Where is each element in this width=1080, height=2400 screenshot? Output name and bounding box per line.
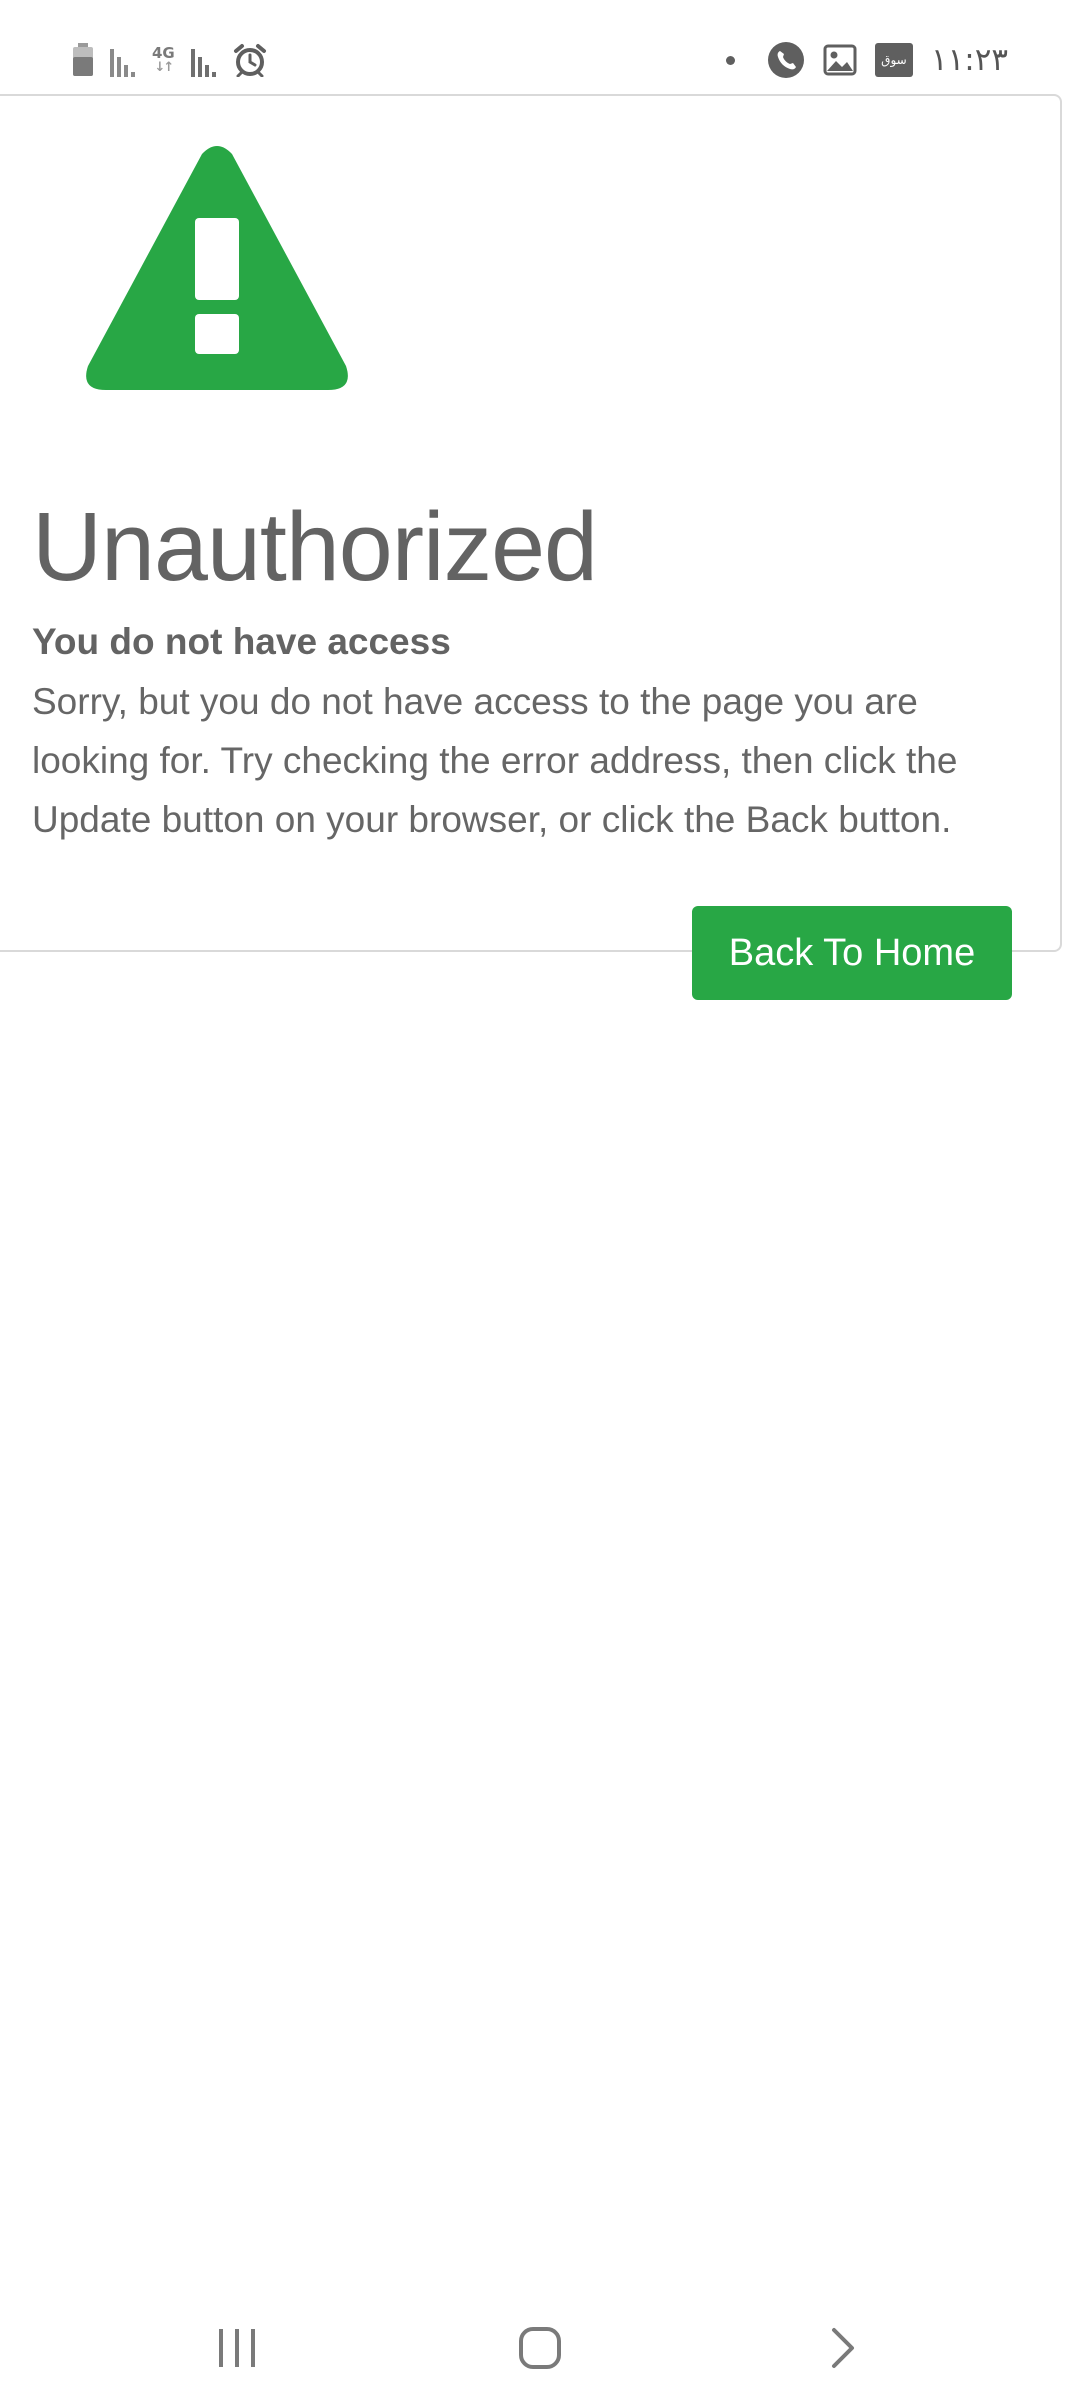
status-bar: 4G ↓↑ سوق ١١:٢٣ [0,0,1080,92]
battery-icon [72,43,94,77]
back-button[interactable] [803,2320,883,2380]
system-nav-bar [0,2300,1080,2400]
network-arrows-label: ↓↑ [154,60,174,75]
error-card: Unauthorized You do not have access Sorr… [0,94,1062,1000]
page-title: Unauthorized [32,492,598,601]
home-button[interactable] [500,2320,580,2380]
back-to-home-button[interactable]: Back To Home [692,906,1012,1000]
network-4g-icon: 4G ↓↑ [152,44,175,75]
status-bar-right: سوق ١١:٢٣ [725,38,1008,82]
recent-apps-icon [215,2327,259,2374]
status-bar-left: 4G ↓↑ [72,40,267,80]
back-icon [828,2326,858,2375]
signal-icon [108,43,138,77]
recent-apps-button[interactable] [197,2320,277,2380]
home-icon [517,2325,563,2376]
page-subtitle: You do not have access [32,621,451,662]
signal-icon [189,43,219,77]
status-time: ١١:٢٣ [930,42,1008,78]
notification-dot-icon [725,55,735,65]
gallery-icon [823,44,857,76]
alarm-icon [233,43,267,77]
app-notification-icon: سوق [874,43,913,77]
warning-triangle-icon [84,144,350,392]
screen: 4G ↓↑ سوق ١١:٢٣ Unauthorized You do not … [0,0,1080,2400]
phone-icon [767,41,805,79]
error-message: Sorry, but you do not have access to the… [32,681,958,840]
network-type-label: 4G [152,44,175,62]
